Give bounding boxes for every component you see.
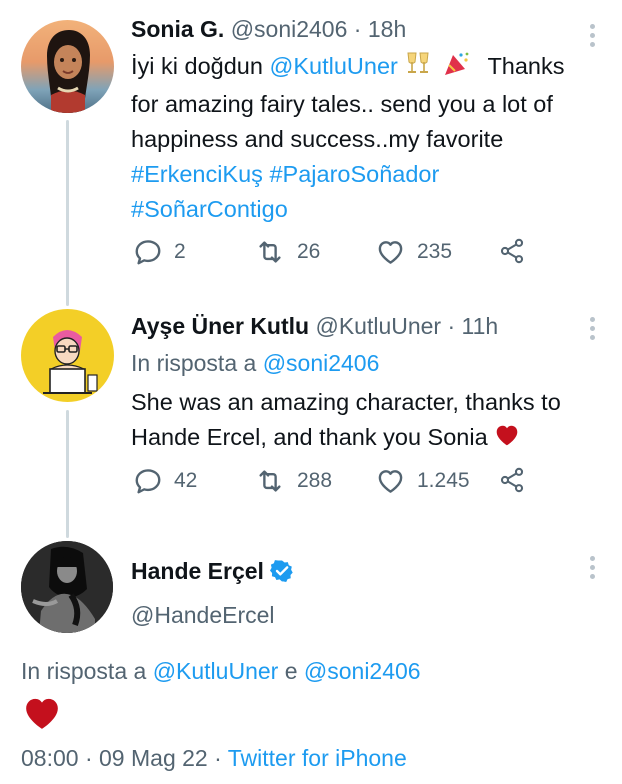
tweet-header: Hande Erçel bbox=[131, 556, 602, 590]
separator: · bbox=[447, 313, 456, 339]
timestamp[interactable]: 18h bbox=[368, 16, 406, 42]
mention-link[interactable]: @soni2406 bbox=[263, 350, 380, 376]
clinking-glasses-emoji bbox=[404, 51, 434, 87]
like-count: 235 bbox=[417, 240, 453, 263]
avatar[interactable] bbox=[21, 541, 113, 633]
tweet-text: She was an amazing character, thanks to … bbox=[131, 385, 602, 458]
separator: · bbox=[84, 745, 93, 771]
date[interactable]: 09 Mag 22 bbox=[99, 745, 208, 771]
party-popper-emoji bbox=[441, 51, 471, 87]
avatar[interactable] bbox=[21, 309, 114, 402]
tweet-header: Sonia G. @soni2406 · 18h bbox=[131, 14, 602, 44]
hashtag-link[interactable]: #ErkenciKuş bbox=[131, 161, 263, 187]
thread-line bbox=[66, 410, 69, 538]
tweet-text-line: She was an amazing character, thanks to bbox=[131, 389, 561, 415]
tweet-text-line: Hande Ercel, and thank you Sonia bbox=[131, 424, 488, 450]
tweet-header: Ayşe Üner Kutlu @KutluUner · 11h bbox=[131, 311, 602, 341]
reply-count: 42 bbox=[174, 469, 198, 492]
share-icon bbox=[498, 237, 526, 265]
heart-icon bbox=[375, 466, 406, 496]
tweet-actions: 2 26 235 bbox=[133, 237, 533, 277]
reply-button[interactable]: 2 bbox=[133, 237, 186, 267]
mention-link[interactable]: @KutluUner bbox=[269, 53, 397, 79]
tweet-text-line: İyi ki doğdun bbox=[131, 53, 263, 79]
like-count: 1.245 bbox=[417, 469, 470, 492]
reply-icon bbox=[133, 237, 163, 267]
thread-line bbox=[66, 120, 69, 306]
reply-label: In risposta a bbox=[131, 350, 257, 376]
share-icon bbox=[498, 466, 526, 494]
tweet-text-line: happiness and success..my favorite bbox=[131, 126, 504, 152]
hashtag-link[interactable]: #PajaroSoñador bbox=[269, 161, 439, 187]
share-button[interactable] bbox=[498, 466, 526, 494]
mention-link[interactable]: @KutluUner bbox=[153, 658, 279, 684]
avatar-image bbox=[43, 330, 98, 394]
reply-count: 2 bbox=[174, 240, 186, 263]
separator: · bbox=[353, 16, 362, 42]
like-button[interactable]: 1.245 bbox=[375, 466, 470, 496]
conjunction: e bbox=[284, 658, 298, 684]
handle[interactable]: @HandeErcel bbox=[131, 600, 602, 630]
share-button[interactable] bbox=[498, 237, 526, 265]
tweet-text-line: for amazing fairy tales.. send you a lot… bbox=[131, 91, 553, 117]
reply-context: In risposta a @KutluUner e @soni2406 bbox=[21, 656, 421, 686]
timestamp[interactable]: 11h bbox=[462, 313, 499, 339]
mention-link[interactable]: @soni2406 bbox=[304, 658, 421, 684]
heart-icon bbox=[375, 237, 406, 267]
like-button[interactable]: 235 bbox=[375, 237, 452, 267]
retweet-count: 26 bbox=[297, 240, 321, 263]
tweet-actions: 42 288 1.245 bbox=[133, 466, 533, 506]
avatar-image bbox=[21, 541, 113, 633]
tweet-timestamp: 08:00 · 09 Mag 22 · Twitter for iPhone bbox=[21, 743, 407, 773]
tweet-text-line: Thanks bbox=[487, 53, 565, 79]
retweet-icon bbox=[254, 237, 286, 267]
avatar[interactable] bbox=[21, 20, 114, 113]
retweet-icon bbox=[254, 466, 286, 496]
display-name[interactable]: Hande Erçel bbox=[131, 558, 264, 584]
reply-context: In risposta a @soni2406 bbox=[131, 348, 602, 378]
retweet-count: 288 bbox=[297, 469, 333, 492]
source-link[interactable]: Twitter for iPhone bbox=[228, 745, 407, 771]
red-heart-emoji bbox=[494, 422, 520, 458]
reply-button[interactable]: 42 bbox=[133, 466, 197, 496]
handle[interactable]: @soni2406 bbox=[231, 16, 348, 42]
time[interactable]: 08:00 bbox=[21, 745, 79, 771]
reply-label: In risposta a bbox=[21, 658, 147, 684]
retweet-button[interactable]: 26 bbox=[254, 237, 320, 267]
separator: · bbox=[214, 745, 222, 771]
display-name[interactable]: Ayşe Üner Kutlu bbox=[131, 313, 309, 339]
hashtag-link[interactable]: #SoñarContigo bbox=[131, 196, 288, 222]
avatar-image bbox=[47, 30, 90, 113]
retweet-button[interactable]: 288 bbox=[254, 466, 332, 496]
handle[interactable]: @KutluUner bbox=[315, 313, 441, 339]
red-heart-emoji bbox=[22, 693, 62, 738]
verified-badge-icon bbox=[270, 559, 294, 590]
tweet-text: İyi ki doğdun @KutluUner Thanks for amaz… bbox=[131, 49, 602, 227]
reply-icon bbox=[133, 466, 163, 496]
display-name[interactable]: Sonia G. bbox=[131, 16, 224, 42]
